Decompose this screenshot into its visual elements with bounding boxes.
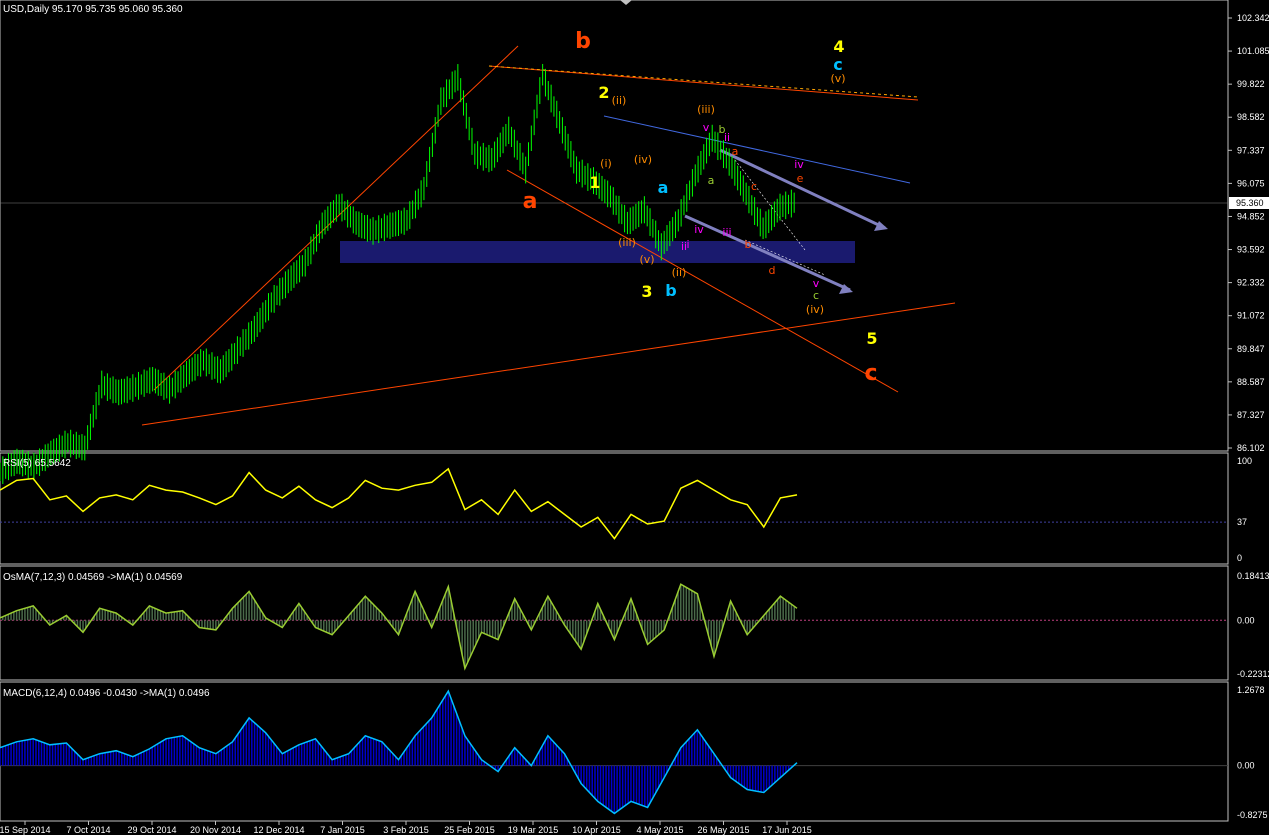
macd-header: MACD(6,12,4) 0.0496 -0.0430 ->MA(1) 0.04… <box>3 688 210 699</box>
y-tick-label: 88.587 <box>1237 377 1265 387</box>
wave-label: iv <box>694 223 704 236</box>
x-tick-label: 15 Sep 2014 <box>0 825 51 835</box>
wave-label: iv <box>794 158 804 171</box>
y-tick-label: 93.592 <box>1237 245 1265 255</box>
wave-label: v <box>703 121 710 134</box>
y-tick-label: 1.2678 <box>1237 685 1265 695</box>
wave-label: b <box>745 238 752 251</box>
wave-label: a <box>658 178 669 197</box>
wave-label: c <box>864 361 877 386</box>
rsi-pane[interactable] <box>0 452 1229 565</box>
wave-label: iii <box>722 226 731 239</box>
y-tick-label: 94.852 <box>1237 211 1265 221</box>
y-tick-label: 98.582 <box>1237 112 1265 122</box>
wave-label: (v) <box>830 72 845 85</box>
x-tick-label: 20 Nov 2014 <box>190 825 241 835</box>
wave-label: (iii) <box>697 103 715 116</box>
x-tick-label: 3 Feb 2015 <box>383 825 429 835</box>
osma-header: OsMA(7,12,3) 0.04569 ->MA(1) 0.04569 <box>3 572 183 583</box>
y-tick-label: 0.18413 <box>1237 571 1269 581</box>
wave-label: (iv) <box>634 153 652 166</box>
wave-label: 2 <box>598 83 609 102</box>
wave-label: 3 <box>641 282 652 301</box>
last-price-label: 95.360 <box>1236 198 1264 208</box>
wave-label: c <box>813 289 819 302</box>
price-header: USD,Daily 95.170 95.735 95.060 95.360 <box>3 4 183 15</box>
wave-label: (ii) <box>672 266 687 279</box>
x-tick-label: 7 Oct 2014 <box>66 825 110 835</box>
wave-label: ii <box>681 240 687 253</box>
y-tick-label: 101.085 <box>1237 46 1269 56</box>
x-tick-label: 19 Mar 2015 <box>508 825 559 835</box>
x-tick-label: 25 Feb 2015 <box>444 825 495 835</box>
y-tick-label: 102.342 <box>1237 13 1269 23</box>
wave-label: e <box>797 172 804 185</box>
wave-label: ii <box>724 131 730 144</box>
x-tick-label: 12 Dec 2014 <box>253 825 304 835</box>
y-tick-label: 97.337 <box>1237 145 1265 155</box>
wave-label: (iv) <box>806 303 824 316</box>
y-tick-label: 99.822 <box>1237 79 1265 89</box>
y-tick-label: 96.075 <box>1237 178 1265 188</box>
y-tick-label: 37 <box>1237 517 1247 527</box>
wave-label: (i) <box>600 157 612 170</box>
x-tick-label: 29 Oct 2014 <box>127 825 176 835</box>
y-tick-label: 91.072 <box>1237 311 1265 321</box>
y-axis-ticks: 102.342 101.085 99.822 98.582 97.337 96.075 94… <box>1228 13 1269 820</box>
y-tick-label: 92.332 <box>1237 278 1265 288</box>
x-tick-label: 7 Jan 2015 <box>320 825 365 835</box>
wave-label: (ii) <box>612 94 627 107</box>
wave-label: a <box>523 189 538 214</box>
support-zone <box>340 241 855 263</box>
y-tick-label: 100 <box>1237 456 1252 466</box>
rsi-header: RSI(5) 65.5642 <box>3 458 71 469</box>
y-tick-label: 0.00 <box>1237 761 1255 771</box>
wave-label: c <box>751 180 757 193</box>
wave-label: b <box>665 281 676 300</box>
wave-label: d <box>769 264 776 277</box>
y-tick-label: 0.00 <box>1237 615 1255 625</box>
x-tick-label: 4 May 2015 <box>636 825 683 835</box>
wave-label: 1 <box>589 173 600 192</box>
wave-label: a <box>732 145 739 158</box>
wave-label: b <box>575 29 591 54</box>
x-axis-ticks: 15 Sep 2014 7 Oct 2014 29 Oct 2014 20 Nov 2… <box>0 821 812 835</box>
y-tick-label: 89.847 <box>1237 344 1265 354</box>
y-tick-label: 87.327 <box>1237 410 1265 420</box>
x-tick-label: 26 May 2015 <box>697 825 749 835</box>
y-tick-label: -0.8275 <box>1237 810 1268 820</box>
wave-label: 4 <box>833 37 844 56</box>
wave-label: 5 <box>866 329 877 348</box>
y-tick-label: 0 <box>1237 553 1242 563</box>
wave-label: (v) <box>639 253 654 266</box>
y-tick-label: 86.102 <box>1237 443 1265 453</box>
wave-label: a <box>708 174 715 187</box>
y-tick-label: -0.22312 <box>1237 669 1269 679</box>
wave-label: (iii) <box>618 236 636 249</box>
x-tick-label: 17 Jun 2015 <box>762 825 812 835</box>
forex-chart[interactable]: b 4c(v)2 (ii)(iii)v biia(i) (iv)1 a a civeaiv ii… <box>0 0 1269 835</box>
x-tick-label: 10 Apr 2015 <box>572 825 621 835</box>
